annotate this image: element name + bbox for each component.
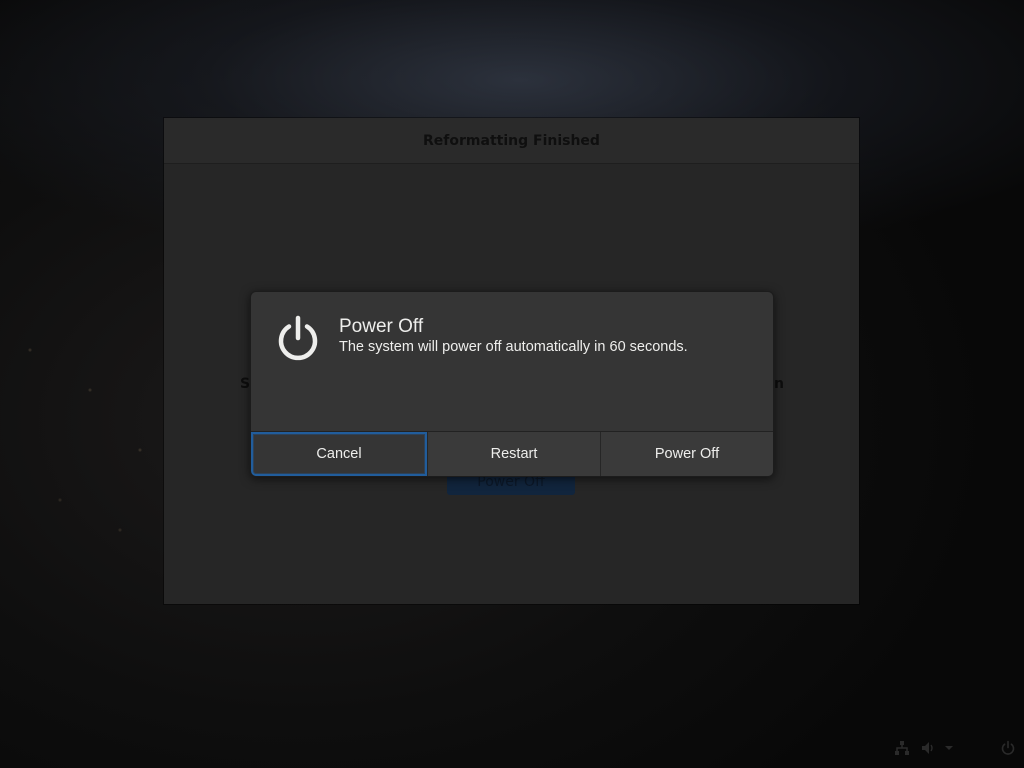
dropdown-arrow-icon[interactable] — [942, 738, 956, 758]
dialog-title: Power Off — [339, 316, 424, 337]
power-off-button[interactable]: Power Off — [600, 432, 773, 476]
power-off-dialog: Power Off The system will power off auto… — [250, 291, 774, 477]
installer-titlebar: Reformatting Finished — [164, 118, 859, 164]
dialog-button-bar: Cancel Restart Power Off — [251, 431, 773, 476]
network-icon[interactable] — [892, 738, 912, 758]
system-tray — [884, 738, 1024, 758]
installer-text-fragment-left: S — [240, 376, 251, 392]
restart-button[interactable]: Restart — [427, 432, 600, 476]
power-icon — [276, 315, 320, 363]
power-icon[interactable] — [998, 738, 1018, 758]
volume-icon[interactable] — [918, 738, 938, 758]
dialog-message: The system will power off automatically … — [339, 339, 688, 355]
installer-title: Reformatting Finished — [423, 132, 600, 149]
installer-text-fragment-right: n — [774, 376, 784, 392]
cancel-button[interactable]: Cancel — [251, 432, 427, 476]
